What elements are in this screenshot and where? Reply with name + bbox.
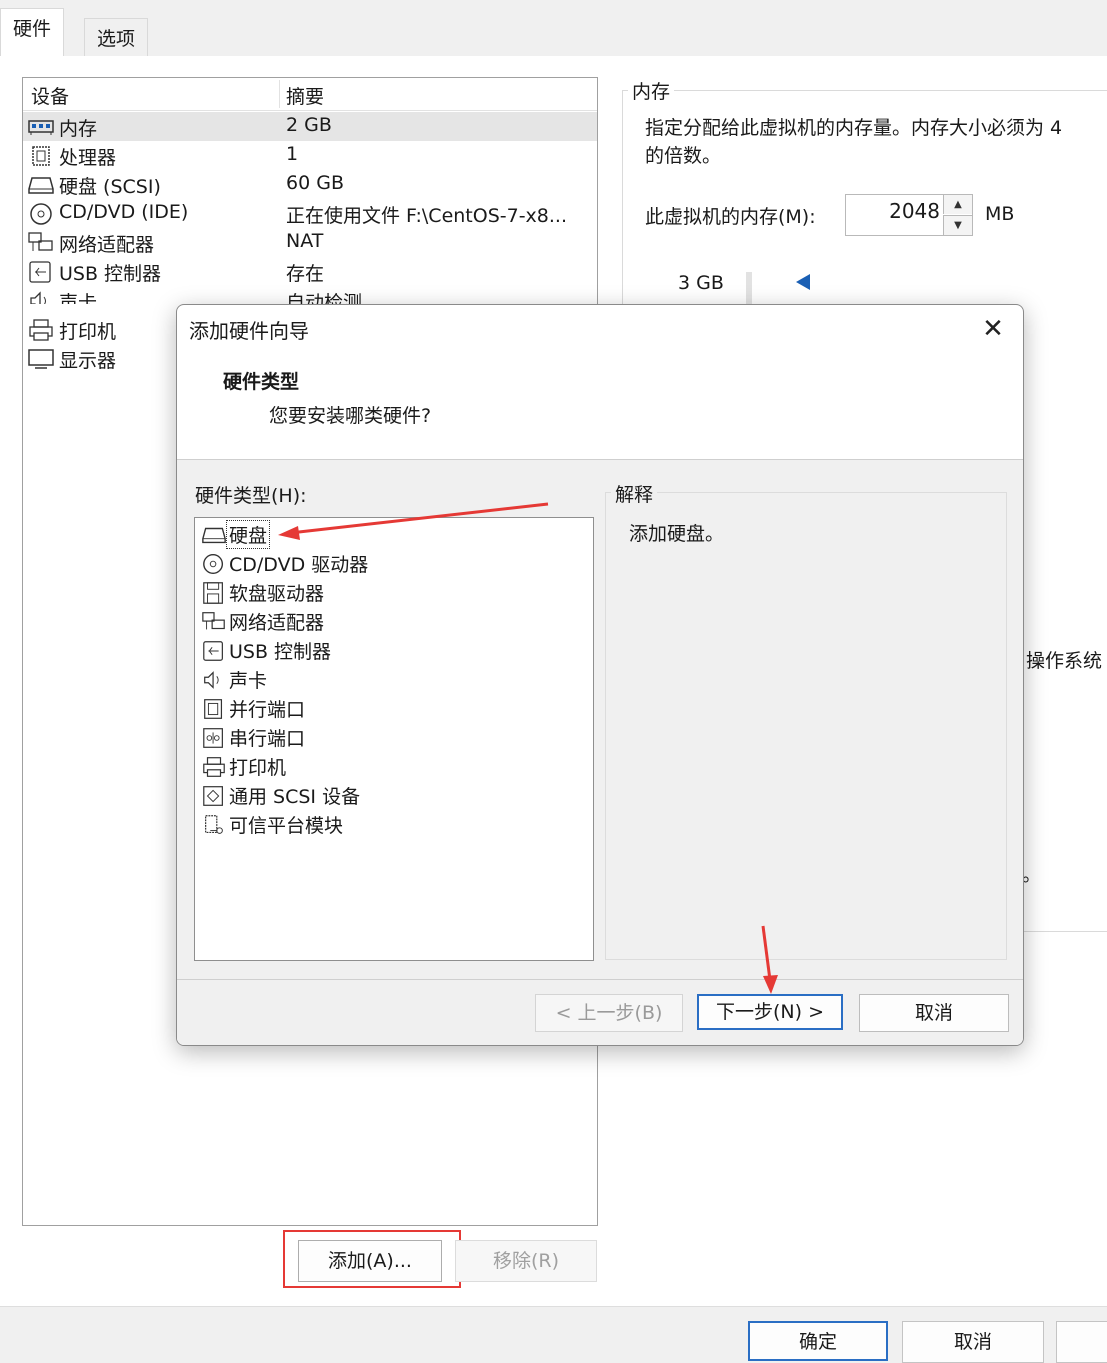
dialog-subheading: 您要安装哪类硬件?: [269, 405, 432, 427]
stepper-down-icon[interactable]: ▼: [943, 215, 972, 235]
memory-description: 指定分配给此虚拟机的内存量。内存大小必须为 4 的倍数。: [645, 114, 1107, 170]
cd-dvd-icon: [30, 203, 52, 225]
hardware-item-label: 可信平台模块: [229, 815, 344, 837]
cancel-button[interactable]: 取消: [902, 1321, 1044, 1363]
note-period: 。: [1022, 864, 1042, 886]
hardware-item-label: CD/DVD 驱动器: [229, 554, 369, 576]
device-summary: 存在: [286, 263, 325, 285]
cd-dvd-icon: [203, 554, 224, 574]
floppy-icon: [203, 582, 223, 604]
printer-icon: [203, 757, 225, 777]
device-summary: 1: [286, 143, 299, 165]
device-row-processor[interactable]: 处理器 1: [23, 141, 597, 170]
scsi-device-icon: [203, 786, 223, 806]
back-button[interactable]: < 上一步(B): [535, 994, 683, 1032]
hard-disk-icon: [202, 527, 226, 544]
dialog-title: 添加硬件向导: [189, 319, 309, 343]
device-summary: 自动检测: [286, 292, 363, 304]
memory-slider-track[interactable]: [746, 272, 752, 304]
explanation-group: [605, 492, 1007, 960]
memory-size-stepper[interactable]: 2048 ▲ ▼: [845, 194, 973, 236]
hardware-item-label: 硬盘: [225, 520, 271, 549]
hard-disk-icon: [28, 177, 54, 194]
memory-description-line1: 指定分配给此虚拟机的内存量。内存大小必须为 4: [645, 117, 1063, 139]
help-button[interactable]: [1056, 1321, 1107, 1363]
column-separator[interactable]: [279, 80, 280, 108]
hardware-item-label: 并行端口: [229, 699, 306, 721]
hardware-item-label: 串行端口: [229, 728, 306, 750]
hardware-item-label: 声卡: [229, 670, 268, 692]
device-name: 显示器: [59, 350, 117, 372]
tab-hardware[interactable]: 硬件: [0, 8, 65, 57]
device-list-header: 设备 摘要: [23, 78, 597, 111]
memory-size-input[interactable]: 2048: [889, 199, 940, 223]
device-row-network[interactable]: 网络适配器 NAT: [23, 228, 597, 257]
device-name: 硬盘 (SCSI): [59, 176, 161, 198]
hardware-item-label: 打印机: [229, 757, 287, 779]
network-adapter-icon: [28, 232, 53, 251]
hardware-item-label: 软盘驱动器: [229, 583, 325, 605]
hardware-item-label: 网络适配器: [229, 612, 325, 634]
column-header-summary[interactable]: 摘要: [286, 82, 324, 109]
device-row-hard-disk[interactable]: 硬盘 (SCSI) 60 GB: [23, 170, 597, 199]
usb-icon: [203, 641, 223, 661]
hardware-item-label: USB 控制器: [229, 641, 332, 663]
device-summary: 2 GB: [286, 114, 332, 136]
usb-icon: [29, 261, 51, 283]
explanation-text: 添加硬盘。: [629, 523, 725, 545]
stepper-up-icon[interactable]: ▲: [943, 195, 972, 214]
os-recommendation-text: 操作系统: [1026, 650, 1103, 672]
tpm-icon: [205, 815, 223, 834]
next-button[interactable]: 下一步(N) >: [697, 994, 843, 1030]
close-icon[interactable]: ✕: [977, 313, 1009, 345]
memory-group-legend: 内存: [628, 77, 675, 104]
memory-slider-pointer-icon[interactable]: [796, 274, 810, 290]
memory-scale-label: 3 GB: [678, 272, 724, 294]
tab-strip: [0, 0, 1107, 57]
memory-icon: [28, 120, 54, 135]
device-name: 处理器: [59, 147, 117, 169]
parallel-port-icon: [204, 699, 223, 719]
memory-unit: MB: [985, 203, 1015, 225]
device-summary: 60 GB: [286, 172, 344, 194]
network-adapter-icon: [202, 612, 225, 630]
memory-description-line2: 的倍数。: [645, 145, 722, 167]
dialog-heading: 硬件类型: [223, 371, 300, 393]
device-name: USB 控制器: [59, 263, 162, 285]
remove-hardware-button[interactable]: 移除(R): [455, 1240, 597, 1282]
device-summary: 正在使用文件 F:\CentOS-7-x8...: [286, 205, 568, 227]
serial-port-icon: [203, 728, 223, 748]
annotation-highlight-box: [283, 1230, 461, 1288]
explanation-legend: 解释: [611, 480, 658, 507]
display-icon: [28, 349, 54, 369]
device-name: 内存: [59, 118, 98, 140]
printer-icon: [29, 319, 53, 341]
cpu-icon: [32, 146, 50, 166]
ok-button[interactable]: 确定: [748, 1321, 888, 1361]
device-summary: NAT: [286, 230, 324, 252]
sound-icon: [30, 291, 46, 304]
memory-size-label: 此虚拟机的内存(M):: [645, 206, 816, 228]
device-row-memory[interactable]: 内存 2 GB: [23, 112, 597, 141]
device-name: 声卡: [59, 292, 98, 304]
add-hardware-wizard-dialog: 添加硬件向导 ✕ 硬件类型 您要安装哪类硬件? 硬件类型(H): 硬盘 CD/D…: [176, 304, 1024, 1046]
sound-icon: [204, 671, 219, 689]
device-row-sound[interactable]: 声卡 自动检测: [23, 286, 597, 304]
device-row-cd-dvd[interactable]: CD/DVD (IDE) 正在使用文件 F:\CentOS-7-x8...: [23, 199, 597, 228]
dialog-cancel-button[interactable]: 取消: [859, 994, 1009, 1032]
hardware-item-label: 通用 SCSI 设备: [229, 786, 361, 808]
tab-options[interactable]: 选项: [84, 18, 149, 57]
device-name: 网络适配器: [59, 234, 155, 256]
device-row-usb[interactable]: USB 控制器 存在: [23, 257, 597, 286]
hardware-type-list[interactable]: 硬盘 CD/DVD 驱动器 软盘驱动器 网络适配器 USB 控制器 声卡 并行端…: [194, 517, 594, 961]
column-header-device[interactable]: 设备: [31, 82, 69, 109]
device-name: CD/DVD (IDE): [59, 201, 189, 223]
device-name: 打印机: [59, 321, 117, 343]
hardware-type-label: 硬件类型(H):: [195, 485, 307, 507]
